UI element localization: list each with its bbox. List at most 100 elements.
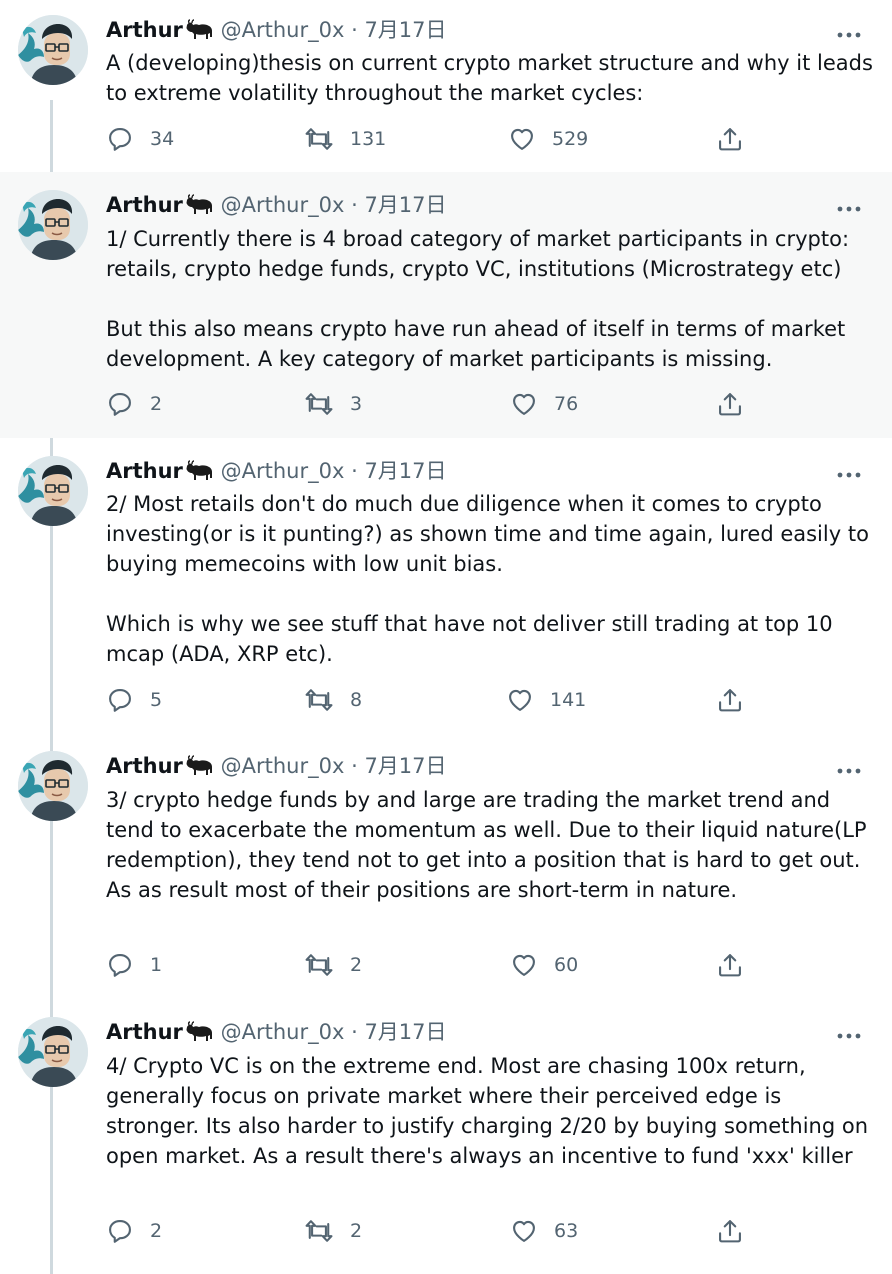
retweet-button[interactable]: 2 [304, 1215, 362, 1247]
heart-icon [510, 1217, 538, 1245]
heart-icon [510, 390, 538, 418]
user-handle[interactable]: @Arthur_0x [221, 193, 345, 217]
display-name[interactable]: Arthur [106, 1020, 183, 1044]
reply-button[interactable]: 34 [106, 123, 174, 155]
tweet-date[interactable]: 7月17日 [364, 18, 446, 42]
like-count: 141 [550, 689, 587, 711]
display-name[interactable]: Arthur [106, 18, 183, 42]
reply-count: 2 [150, 1220, 163, 1242]
reply-count: 5 [150, 689, 163, 711]
tweet-header: Arthur @Arthur_0x · 7月17日 [106, 1018, 447, 1046]
heart-icon [506, 686, 534, 714]
tweet-paragraph: 3/ crypto hedge funds by and large are t… [106, 788, 867, 902]
like-button[interactable]: 60 [510, 949, 578, 981]
retweet-icon [304, 390, 334, 418]
like-count: 529 [552, 128, 589, 150]
retweet-button[interactable]: 8 [304, 684, 362, 716]
user-handle[interactable]: @Arthur_0x [221, 1020, 345, 1044]
retweet-button[interactable]: 131 [304, 123, 386, 155]
user-handle[interactable]: @Arthur_0x [221, 459, 345, 483]
separator-dot: · [351, 193, 358, 217]
tweet-paragraph: But this also means crypto have run ahea… [106, 317, 846, 371]
reply-button[interactable]: 5 [106, 684, 162, 716]
reply-button[interactable]: 2 [106, 388, 162, 420]
tweet-text: 4/ Crypto VC is on the extreme end. Most… [106, 1051, 876, 1171]
avatar[interactable] [18, 190, 88, 260]
like-count: 76 [554, 393, 579, 415]
tweet-text: A (developing)thesis on current crypto m… [106, 48, 876, 108]
tweet-header: Arthur @Arthur_0x · 7月17日 [106, 457, 447, 485]
reply-button[interactable]: 2 [106, 1215, 162, 1247]
tweet-text: 3/ crypto hedge funds by and large are t… [106, 785, 876, 905]
retweet-count: 131 [350, 128, 387, 150]
share-icon [716, 125, 744, 153]
tweet-actions: 2 2 63 [0, 1215, 892, 1247]
share-icon [716, 390, 744, 418]
reply-button[interactable]: 1 [106, 949, 162, 981]
user-handle[interactable]: @Arthur_0x [221, 18, 345, 42]
retweet-count: 3 [350, 393, 363, 415]
user-handle[interactable]: @Arthur_0x [221, 754, 345, 778]
like-button[interactable]: 141 [506, 684, 586, 716]
tweet-paragraph: 1/ Currently there is 4 broad category o… [106, 227, 850, 281]
bull-emoji-icon [184, 19, 214, 48]
bull-emoji-icon [184, 460, 214, 489]
share-button[interactable] [716, 1215, 744, 1247]
retweet-icon [304, 1217, 334, 1245]
reply-count: 34 [150, 128, 175, 150]
reply-icon [106, 390, 134, 418]
reply-icon [106, 951, 134, 979]
more-options-icon[interactable] [836, 199, 862, 212]
like-count: 60 [554, 954, 579, 976]
more-options-icon[interactable] [836, 1026, 862, 1039]
like-button[interactable]: 63 [510, 1215, 578, 1247]
more-options-icon[interactable] [836, 465, 862, 478]
retweet-button[interactable]: 3 [304, 388, 362, 420]
reply-icon [106, 686, 134, 714]
bull-emoji-icon [184, 1021, 214, 1050]
retweet-button[interactable]: 2 [304, 949, 362, 981]
retweet-icon [304, 951, 334, 979]
like-count: 63 [554, 1220, 579, 1242]
share-button[interactable] [716, 949, 744, 981]
tweet-actions: 1 2 60 [0, 949, 892, 981]
tweet-paragraph: 4/ Crypto VC is on the extreme end. Most… [106, 1054, 869, 1168]
tweet-actions: 2 3 76 [0, 388, 892, 420]
heart-icon [510, 951, 538, 979]
reply-icon [106, 125, 134, 153]
share-icon [716, 1217, 744, 1245]
like-button[interactable]: 529 [508, 123, 588, 155]
tweet-text: 1/ Currently there is 4 broad category o… [106, 224, 876, 374]
tweet-date[interactable]: 7月17日 [364, 754, 446, 778]
tweet-actions: 34 131 529 [0, 123, 892, 155]
share-button[interactable] [716, 684, 744, 716]
heart-icon [508, 125, 536, 153]
tweet-date[interactable]: 7月17日 [364, 193, 446, 217]
tweet-date[interactable]: 7月17日 [364, 1020, 446, 1044]
separator-dot: · [351, 18, 358, 42]
retweet-icon [304, 686, 334, 714]
bull-emoji-icon [184, 194, 214, 223]
reply-count: 1 [150, 954, 163, 976]
display-name[interactable]: Arthur [106, 754, 183, 778]
share-button[interactable] [716, 123, 744, 155]
avatar[interactable] [18, 456, 88, 526]
more-options-icon[interactable] [836, 761, 862, 774]
tweet-header: Arthur @Arthur_0x · 7月17日 [106, 191, 447, 219]
share-icon [716, 686, 744, 714]
display-name[interactable]: Arthur [106, 193, 183, 217]
reply-icon [106, 1217, 134, 1245]
tweet-actions: 5 8 141 [0, 684, 892, 716]
separator-dot: · [351, 459, 358, 483]
like-button[interactable]: 76 [510, 388, 578, 420]
avatar[interactable] [18, 751, 88, 821]
tweet-paragraph: A (developing)thesis on current crypto m… [106, 51, 873, 105]
avatar[interactable] [18, 15, 88, 85]
share-button[interactable] [716, 388, 744, 420]
more-options-icon[interactable] [836, 25, 862, 38]
tweet-paragraph: 2/ Most retails don't do much due dilige… [106, 492, 869, 576]
retweet-icon [304, 125, 334, 153]
display-name[interactable]: Arthur [106, 459, 183, 483]
tweet-date[interactable]: 7月17日 [364, 459, 446, 483]
avatar[interactable] [18, 1017, 88, 1087]
